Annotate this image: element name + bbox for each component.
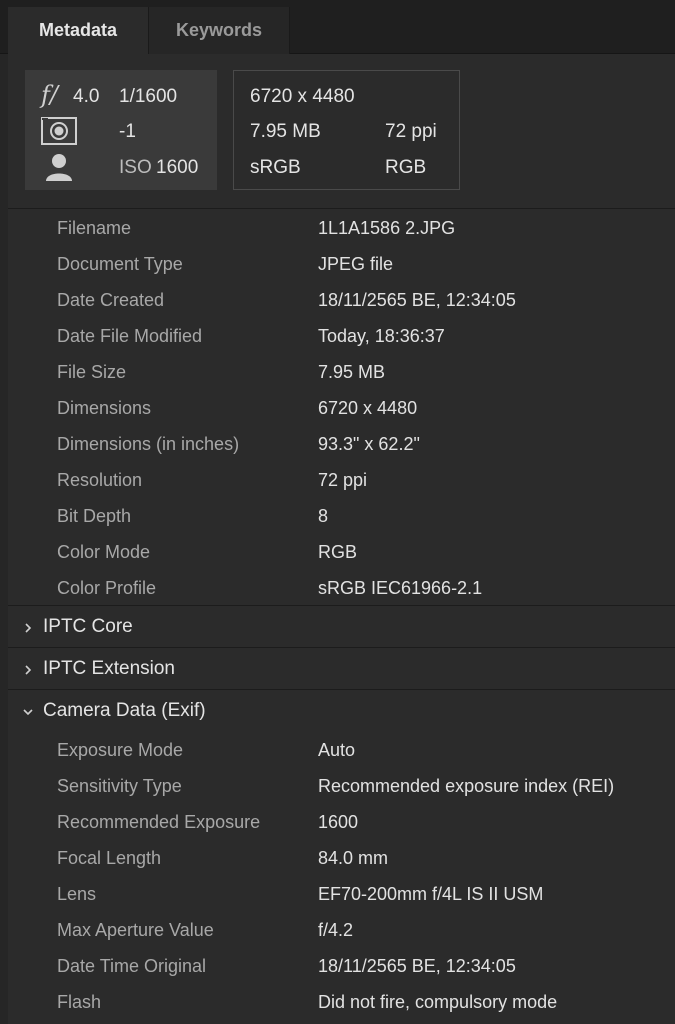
property-label: Date File Modified [57, 326, 203, 346]
metering-icon [40, 116, 78, 151]
property-label: Exposure Mode [57, 740, 184, 760]
iso-value: 1600 [156, 157, 199, 178]
property-value: 1600 [318, 812, 359, 832]
property-value: Did not fire, compulsory mode [318, 992, 558, 1012]
property-label: Color Mode [57, 542, 151, 562]
metadata-panel: Metadata Keywords f/ 4.0 1/1600 -1 ISO 1… [0, 0, 675, 1024]
summary-color-mode: RGB [385, 157, 427, 178]
tab-bar: Metadata Keywords [0, 0, 675, 54]
list-item: Filename 1L1A1586 2.JPG [0, 210, 675, 246]
property-label: Lens [57, 884, 97, 904]
section-title: IPTC Core [43, 616, 133, 637]
property-label: Filename [57, 218, 132, 238]
chevron-down-icon[interactable] [22, 705, 34, 717]
property-label: Document Type [57, 254, 183, 274]
property-label: Color Profile [57, 578, 157, 598]
list-item: Date Created 18/11/2565 BE, 12:34:05 [0, 282, 675, 318]
iso-label: ISO [119, 157, 152, 178]
summary-color-profile: sRGB [250, 157, 301, 178]
property-label: Date Created [57, 290, 165, 310]
list-item: Date Time Original 18/11/2565 BE, 12:34:… [0, 948, 675, 984]
property-value: 7.95 MB [318, 362, 386, 382]
summary-file-size: 7.95 MB [250, 121, 321, 142]
list-item: Max Aperture Value f/4.2 [0, 912, 675, 948]
property-value: Recommended exposure index (REI) [318, 776, 615, 796]
person-icon [45, 152, 73, 187]
property-label: Focal Length [57, 848, 162, 868]
property-value: RGB [318, 542, 358, 562]
summary-divider [8, 208, 675, 209]
list-item: Resolution 72 ppi [0, 462, 675, 498]
section-title: IPTC Extension [43, 658, 175, 679]
property-value: Today, 18:36:37 [318, 326, 445, 346]
list-item: Dimensions (in inches) 93.3" x 62.2" [0, 426, 675, 462]
property-value: EF70-200mm f/4L IS II USM [318, 884, 544, 904]
list-item: Sensitivity Type Recommended exposure in… [0, 768, 675, 804]
list-item: Lens EF70-200mm f/4L IS II USM [0, 876, 675, 912]
list-item: File Size 7.95 MB [0, 354, 675, 390]
property-value: JPEG file [318, 254, 394, 274]
list-item: Document Type JPEG file [0, 246, 675, 282]
property-label: Resolution [57, 470, 143, 490]
section-title: Camera Data (Exif) [43, 700, 206, 721]
tab-metadata[interactable]: Metadata [8, 7, 148, 54]
chevron-right-icon[interactable] [22, 621, 34, 633]
tab-keywords[interactable]: Keywords [148, 7, 290, 54]
section-iptc-core[interactable]: IPTC Core [8, 605, 675, 647]
list-item: Color Mode RGB [0, 534, 675, 570]
summary-dimensions: 6720 x 4480 [250, 86, 355, 107]
property-value: 1L1A1586 2.JPG [318, 218, 456, 238]
file-summary-box: 6720 x 4480 7.95 MB 72 ppi sRGB RGB [233, 70, 460, 190]
property-value: f/4.2 [318, 920, 354, 940]
property-value: 93.3" x 62.2" [318, 434, 420, 454]
list-item: Dimensions 6720 x 4480 [0, 390, 675, 426]
property-value: 18/11/2565 BE, 12:34:05 [318, 956, 516, 976]
property-label: Dimensions [57, 398, 152, 418]
summary-resolution: 72 ppi [385, 121, 437, 142]
property-label: Date Time Original [57, 956, 207, 976]
property-label: Bit Depth [57, 506, 132, 526]
svg-text:f/: f/ [39, 81, 61, 109]
property-value: 84.0 mm [318, 848, 389, 868]
list-item: Flash Did not fire, compulsory mode [0, 984, 675, 1020]
chevron-right-icon[interactable] [22, 663, 34, 675]
property-label: Dimensions (in inches) [57, 434, 240, 454]
list-item: Exposure Mode Auto [0, 732, 675, 768]
property-value: 8 [318, 506, 329, 526]
section-camera-data[interactable]: Camera Data (Exif) [8, 689, 675, 731]
property-value: 6720 x 4480 [318, 398, 418, 418]
list-item: Bit Depth 8 [0, 498, 675, 534]
aperture-f-icon: f/ [39, 80, 73, 115]
list-item: Date File Modified Today, 18:36:37 [0, 318, 675, 354]
property-label: Flash [57, 992, 102, 1012]
list-item: Color Profile sRGB IEC61966-2.1 [0, 570, 675, 606]
exposure-compensation-value: -1 [119, 121, 136, 142]
list-item: Focal Length 84.0 mm [0, 840, 675, 876]
camera-summary-box: f/ 4.0 1/1600 -1 ISO 1600 [25, 70, 217, 190]
section-iptc-extension[interactable]: IPTC Extension [8, 647, 675, 689]
list-item: Recommended Exposure 1600 [0, 804, 675, 840]
aperture-value: 4.0 [73, 86, 100, 107]
property-value: 72 ppi [318, 470, 368, 490]
property-label: Recommended Exposure [57, 812, 261, 832]
property-value: 18/11/2565 BE, 12:34:05 [318, 290, 516, 310]
property-label: Sensitivity Type [57, 776, 182, 796]
property-label: File Size [57, 362, 127, 382]
shutter-speed-value: 1/1600 [119, 86, 178, 107]
property-value: sRGB IEC61966-2.1 [318, 578, 483, 598]
property-label: Max Aperture Value [57, 920, 214, 940]
property-value: Auto [318, 740, 356, 760]
